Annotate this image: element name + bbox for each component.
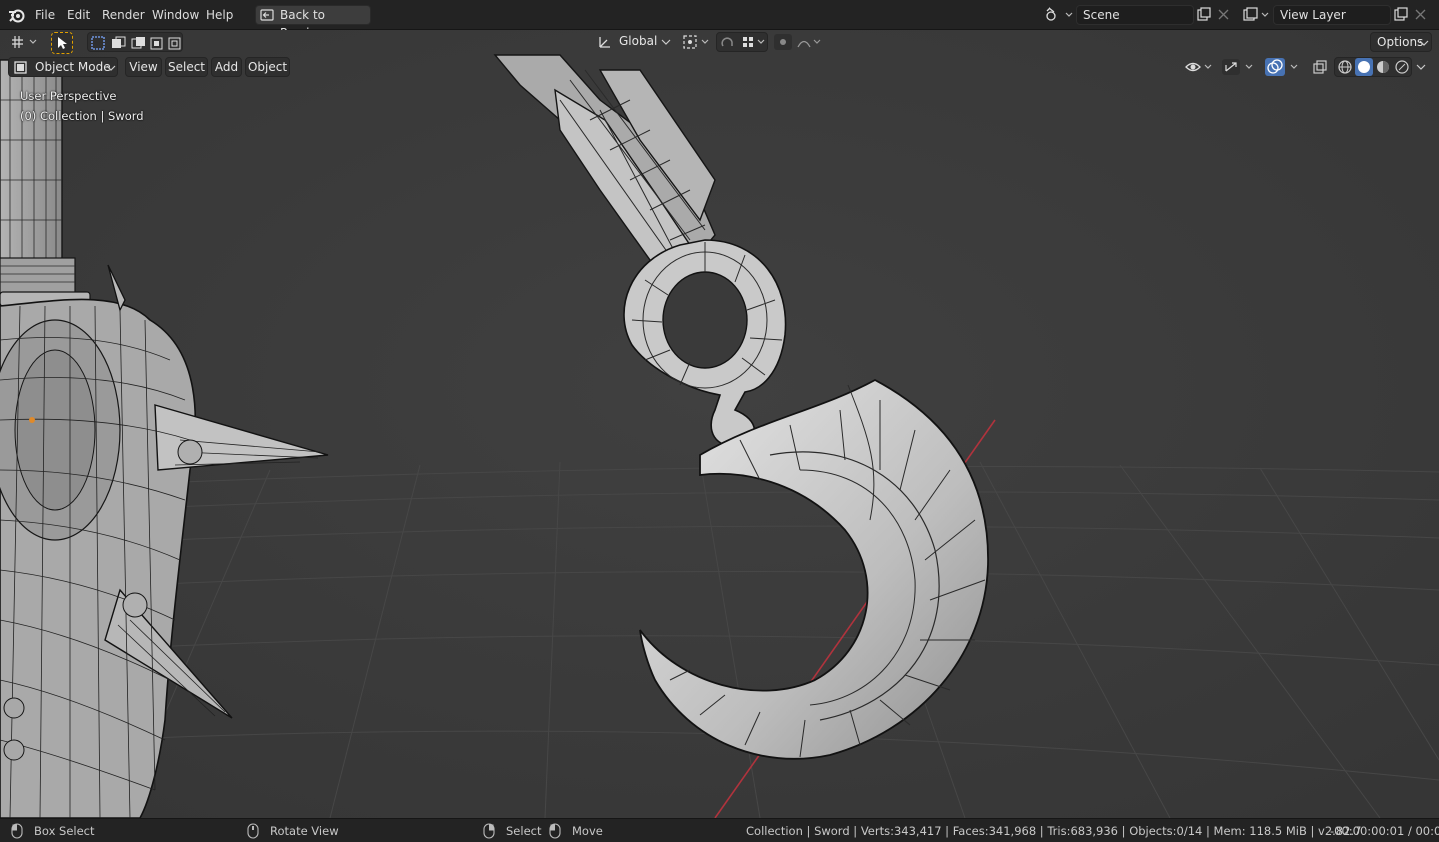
tool-header: Global Options [0, 30, 1439, 55]
new-view-layer-icon[interactable] [1394, 7, 1408, 21]
status-timecode: -00:00:00:01 / 00:00 [1330, 824, 1439, 838]
gizmo-toggle[interactable] [1220, 57, 1258, 77]
transform-orientation-dropdown[interactable]: Global [593, 32, 673, 52]
status-box-select: Box Select [34, 824, 95, 838]
viewport-header: Object Mode View Select Add Object [0, 57, 1439, 79]
close-view-layer-icon[interactable] [1415, 9, 1426, 20]
shading-mode-group[interactable] [1334, 57, 1412, 77]
options-dropdown[interactable]: Options [1370, 32, 1432, 52]
scene-name-text: Scene [1083, 8, 1120, 22]
status-select: Select [506, 824, 542, 838]
scene-icon[interactable] [1045, 7, 1073, 23]
viewport-collection-label: (0) Collection | Sword [20, 109, 144, 123]
status-rotate-view: Rotate View [270, 824, 339, 838]
mouse-right-icon [483, 823, 495, 839]
rendered-shading-icon[interactable] [1395, 60, 1409, 74]
overlay-toggle[interactable] [1264, 57, 1304, 77]
shading-options-chevron-icon[interactable] [1416, 64, 1426, 70]
chevron-down-icon [661, 39, 671, 45]
transform-orientation-icon [599, 37, 610, 48]
scene-name-field[interactable]: Scene [1076, 5, 1194, 25]
proportional-icon [774, 34, 821, 50]
mouse-left-icon [11, 823, 23, 839]
status-bar: Box Select Rotate View Select Move Colle… [0, 818, 1439, 842]
menu-help[interactable]: Help [201, 6, 238, 24]
pivot-icon [683, 35, 709, 49]
xray-icon [1313, 60, 1327, 74]
viewport-scene[interactable] [0, 30, 1439, 818]
visibility-icon [1185, 62, 1212, 72]
viewport-menu-object[interactable]: Object [245, 57, 290, 77]
menu-file[interactable]: File [30, 6, 60, 24]
viewport-perspective-label: User Perspective [20, 89, 117, 103]
back-icon [260, 9, 274, 21]
editor-type-button[interactable] [8, 32, 40, 52]
status-scene-stats: Collection | Sword | Verts:343,417 | Fac… [746, 824, 1362, 838]
chevron-down-icon [1419, 40, 1429, 46]
new-scene-icon[interactable] [1197, 7, 1211, 21]
editor-type-icon [12, 36, 37, 48]
select-box-icons [91, 36, 181, 50]
proportional-editing-group[interactable] [772, 32, 826, 52]
menu-render[interactable]: Render [97, 6, 150, 24]
select-tool-button[interactable] [51, 32, 73, 54]
view-layer-field[interactable]: View Layer [1273, 5, 1391, 25]
visibility-dropdown[interactable] [1182, 57, 1216, 77]
viewport-menu-add[interactable]: Add [211, 57, 242, 77]
select-mode-group[interactable] [87, 32, 183, 52]
view-layer-icon[interactable] [1242, 7, 1272, 23]
snap-group[interactable] [716, 32, 768, 52]
solid-shading-icon[interactable] [1355, 58, 1373, 76]
mouse-drag-icon [549, 823, 561, 839]
transform-orientation-label: Global [619, 34, 658, 48]
close-scene-icon[interactable] [1218, 9, 1229, 20]
mouse-middle-icon [247, 823, 259, 839]
viewport-menu-select[interactable]: Select [165, 57, 208, 77]
gizmo-icon [1222, 59, 1253, 75]
object-mode-dropdown[interactable]: Object Mode [8, 57, 118, 77]
snap-icon [721, 37, 765, 47]
material-shading-icon[interactable] [1376, 60, 1390, 74]
object-mode-label: Object Mode [35, 60, 111, 74]
blender-logo-icon[interactable] [8, 6, 26, 24]
select-tool-icon [58, 37, 67, 49]
view-layer-text: View Layer [1280, 8, 1346, 22]
pivot-point-dropdown[interactable] [680, 32, 712, 52]
top-bar: File Edit Render Window Help Back to Pre… [0, 0, 1439, 40]
menu-window[interactable]: Window [147, 6, 204, 24]
menu-edit[interactable]: Edit [62, 6, 95, 24]
wireframe-shading-icon[interactable] [1338, 60, 1352, 74]
chevron-down-icon [106, 65, 116, 71]
object-mode-icon [14, 61, 27, 74]
viewport-menu-view[interactable]: View [125, 57, 162, 77]
xray-toggle[interactable] [1310, 57, 1330, 77]
overlay-icon [1265, 58, 1298, 76]
back-to-previous-button[interactable]: Back to Previous [255, 5, 371, 40]
3d-viewport[interactable]: Global Options Object Mode View Select A… [0, 30, 1439, 818]
status-move: Move [572, 824, 603, 838]
options-label: Options [1377, 35, 1424, 49]
